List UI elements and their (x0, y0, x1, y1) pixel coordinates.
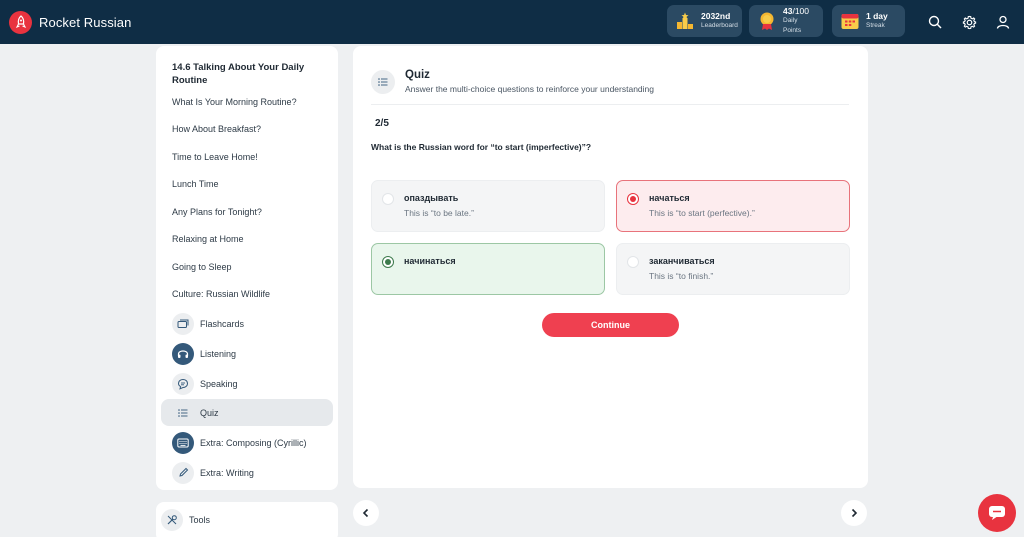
user-icon[interactable] (994, 13, 1012, 31)
activity-listening[interactable]: Listening (161, 340, 333, 367)
podium-icon (675, 11, 695, 31)
lesson-item[interactable]: Any Plans for Tonight? (172, 207, 262, 217)
continue-button[interactable]: Continue (542, 313, 679, 337)
leaderboard-value: 2032nd (701, 11, 731, 21)
answer-option[interactable]: заканчиваться This is “to finish.” (616, 243, 850, 295)
lesson-item[interactable]: Culture: Russian Wildlife (172, 289, 270, 299)
option-note: This is “to be late.” (404, 208, 474, 218)
medal-icon (757, 11, 777, 31)
search-icon[interactable] (926, 13, 944, 31)
activity-label: Flashcards (200, 318, 245, 329)
headphones-icon (172, 342, 194, 365)
lesson-item[interactable]: How About Breakfast? (172, 124, 261, 134)
chevron-left-icon (362, 508, 369, 518)
activity-quiz[interactable]: Quiz (161, 399, 333, 426)
streak-value: 1 day (866, 11, 888, 21)
activity-label: Extra: Composing (Cyrillic) (200, 437, 307, 448)
keyboard-icon (172, 431, 194, 454)
option-word: начинаться (404, 256, 456, 266)
option-word: начаться (649, 193, 690, 203)
option-word: опаздывать (404, 193, 459, 203)
quiz-card: Quiz Answer the multi-choice questions t… (353, 46, 868, 488)
lesson-title: 14.6 Talking About Your Daily Routine (172, 62, 305, 86)
chat-icon (989, 506, 1005, 520)
activity-label: Quiz (200, 407, 219, 418)
streak-stat[interactable]: 1 day Streak (832, 5, 905, 37)
answer-option-wrong[interactable]: начаться This is “to start (perfective).… (616, 180, 850, 232)
pencil-icon (172, 461, 194, 484)
streak-label: Streak (866, 22, 885, 29)
brand-name: Rocket Russian (39, 14, 132, 30)
lesson-item[interactable]: Going to Sleep (172, 262, 232, 272)
speech-bubble-icon (172, 372, 194, 395)
tools-label: Tools (189, 515, 211, 525)
gear-icon[interactable] (960, 13, 978, 31)
lesson-item[interactable]: Relaxing at Home (172, 234, 244, 244)
question-text: What is the Russian word for “to start (… (371, 142, 592, 152)
tools-button[interactable]: Tools (161, 509, 210, 531)
calendar-icon (840, 11, 860, 31)
daily-points-label: Daily Points (783, 17, 802, 34)
option-note: This is “to finish.” (649, 271, 714, 281)
tools-icon (161, 509, 183, 531)
chat-button[interactable] (978, 494, 1016, 532)
quiz-title: Quiz (405, 69, 430, 81)
question-progress: 2/5 (375, 118, 389, 129)
brand[interactable]: Rocket Russian (9, 10, 132, 34)
divider (371, 104, 849, 105)
previous-button[interactable] (353, 500, 379, 526)
activity-flashcards[interactable]: Flashcards (161, 310, 333, 337)
list-icon (172, 402, 194, 424)
rocket-logo-icon (9, 10, 32, 34)
radio-button-correct[interactable] (382, 256, 394, 268)
flashcards-icon (172, 312, 194, 335)
daily-points-value: 43/100 (783, 6, 810, 16)
lesson-sidebar: 14.6 Talking About Your Daily Routine Wh… (156, 46, 338, 490)
quiz-subtitle: Answer the multi-choice questions to rei… (405, 84, 654, 94)
leaderboard-label: Leaderboard (701, 22, 738, 29)
radio-button-selected[interactable] (627, 193, 639, 205)
activity-composing[interactable]: Extra: Composing (Cyrillic) (161, 429, 333, 456)
lesson-item[interactable]: What Is Your Morning Routine? (172, 97, 297, 107)
option-word: заканчиваться (649, 256, 715, 266)
top-bar: Rocket Russian 2032nd Leaderboard 43/100… (0, 0, 1024, 44)
leaderboard-stat[interactable]: 2032nd Leaderboard (667, 5, 742, 37)
daily-points-stat[interactable]: 43/100 Daily Points (749, 5, 823, 37)
activity-label: Extra: Writing (200, 467, 254, 478)
activity-speaking[interactable]: Speaking (161, 370, 333, 397)
chevron-right-icon (851, 508, 858, 518)
lesson-item[interactable]: Lunch Time (172, 179, 219, 189)
next-button[interactable] (841, 500, 867, 526)
activity-label: Speaking (200, 378, 238, 389)
option-note: This is “to start (perfective).” (649, 208, 755, 218)
lesson-item[interactable]: Time to Leave Home! (172, 152, 258, 162)
activity-writing[interactable]: Extra: Writing (161, 459, 333, 486)
radio-button[interactable] (382, 193, 394, 205)
list-icon (371, 70, 395, 94)
radio-button[interactable] (627, 256, 639, 268)
tools-panel[interactable]: Tools (156, 502, 338, 537)
answer-option-correct[interactable]: начинаться (371, 243, 605, 295)
activity-label: Listening (200, 348, 237, 359)
answer-option[interactable]: опаздывать This is “to be late.” (371, 180, 605, 232)
